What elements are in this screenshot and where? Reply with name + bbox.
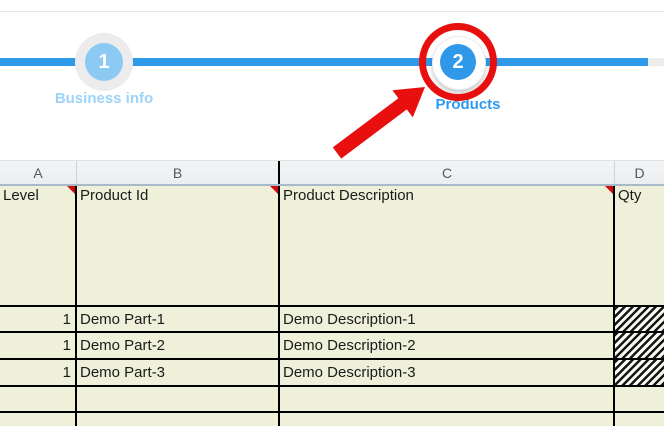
cell-product-id[interactable]	[77, 387, 280, 411]
cell-product-id[interactable]: Demo Part-1	[77, 307, 280, 331]
header-cell-level[interactable]: Level	[0, 186, 77, 305]
cell-qty[interactable]	[615, 307, 664, 331]
column-header-b[interactable]: B	[77, 161, 280, 184]
column-header-a[interactable]: A	[0, 161, 77, 184]
comment-marker-icon	[270, 186, 278, 194]
header-cell-qty[interactable]: Qty	[615, 186, 664, 305]
column-header-d[interactable]: D	[615, 161, 664, 184]
step-number: 1	[98, 52, 109, 72]
cell-description[interactable]: Demo Description-3	[280, 360, 615, 385]
cell-qty[interactable]	[615, 413, 664, 426]
cell-level[interactable]	[0, 413, 77, 426]
header-cell-product-description[interactable]: Product Description	[280, 186, 615, 305]
cell-level[interactable]: 1	[0, 307, 77, 331]
cell-product-id[interactable]: Demo Part-3	[77, 360, 280, 385]
cell-description[interactable]	[280, 413, 615, 426]
header-label: Product Description	[283, 187, 414, 204]
table-row: 1 Demo Part-3 Demo Description-3	[0, 360, 664, 387]
cell-product-id[interactable]	[77, 413, 280, 426]
column-header-c[interactable]: C	[280, 161, 615, 184]
table-row	[0, 387, 664, 413]
red-arrow-icon	[325, 75, 435, 167]
step-business-info-label: Business info	[39, 90, 169, 107]
cell-qty[interactable]	[615, 387, 664, 411]
cell-level[interactable]: 1	[0, 333, 77, 358]
step-business-info-circle[interactable]: 1	[85, 43, 123, 81]
cell-description[interactable]: Demo Description-2	[280, 333, 615, 358]
cell-description[interactable]: Demo Description-1	[280, 307, 615, 331]
comment-marker-icon	[605, 186, 613, 194]
wizard-products-screen: 1 Business info 2 Products A B C D Level…	[0, 0, 664, 426]
comment-marker-icon	[67, 186, 75, 194]
header-cell-product-id[interactable]: Product Id	[77, 186, 280, 305]
table-row: 1 Demo Part-2 Demo Description-2	[0, 333, 664, 360]
cell-level[interactable]: 1	[0, 360, 77, 385]
column-letters-row: A B C D	[0, 160, 664, 186]
sheet-header-row: Level Product Id Product Description Qty	[0, 186, 664, 307]
cell-product-id[interactable]: Demo Part-2	[77, 333, 280, 358]
header-label: Product Id	[80, 187, 148, 204]
table-row	[0, 413, 664, 426]
header-label: Level	[3, 187, 39, 204]
table-row: 1 Demo Part-1 Demo Description-1	[0, 307, 664, 333]
header-label: Qty	[618, 187, 641, 204]
cell-level[interactable]	[0, 387, 77, 411]
cell-description[interactable]	[280, 387, 615, 411]
spreadsheet: A B C D Level Product Id Product Descrip…	[0, 160, 664, 426]
cell-qty[interactable]	[615, 360, 664, 385]
cell-qty[interactable]	[615, 333, 664, 358]
top-divider	[0, 11, 664, 12]
